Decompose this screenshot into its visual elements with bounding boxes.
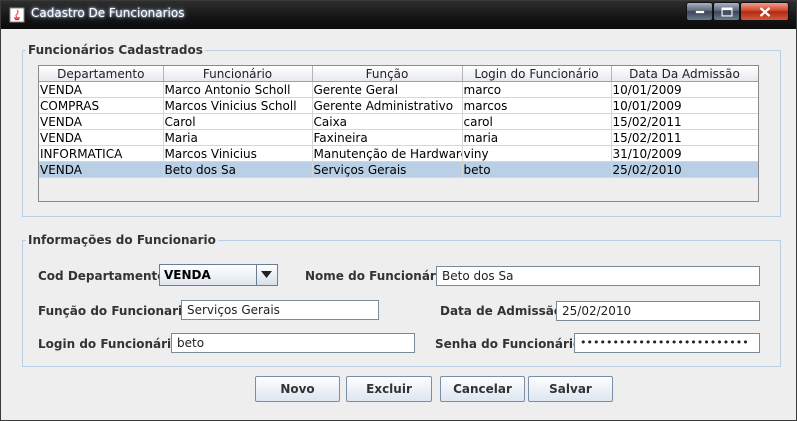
table-cell[interactable]: Faxineira — [312, 129, 463, 146]
table-header-row: Departamento Funcionário Função Login do… — [39, 66, 758, 82]
table-cell[interactable]: Gerente Administrativo — [312, 97, 463, 114]
maximize-icon — [721, 7, 732, 16]
table-cell[interactable]: COMPRAS — [39, 97, 164, 114]
nome-funcionario-label: Nome do Funcionário: — [305, 269, 453, 283]
table-row[interactable]: VENDA Maria Faxineira maria 15/02/2011 — [39, 129, 758, 146]
table-cell[interactable]: 31/10/2009 — [611, 145, 758, 162]
column-header-departamento[interactable]: Departamento — [39, 66, 164, 82]
table-cell[interactable]: Marcos Vinicius — [163, 145, 313, 162]
salvar-button[interactable]: Salvar — [528, 376, 613, 402]
table-cell[interactable]: maria — [462, 129, 612, 146]
table-cell[interactable]: 10/01/2009 — [611, 81, 758, 98]
window-title: Cadastro De Funcionarios — [31, 6, 185, 20]
close-icon — [759, 6, 770, 17]
data-admissao-field[interactable]: 25/02/2010 — [556, 301, 760, 321]
java-app-icon — [9, 7, 25, 23]
table-cell[interactable]: carol — [462, 113, 612, 130]
employees-table[interactable]: Departamento Funcionário Função Login do… — [39, 66, 758, 178]
minimize-button[interactable] — [686, 2, 713, 21]
senha-funcionario-label: Senha do Funcionário: — [435, 337, 587, 351]
table-cell[interactable]: Marco Antonio Scholl — [163, 81, 313, 98]
column-header-data-admissao[interactable]: Data Da Admissão — [611, 66, 758, 82]
data-admissao-label: Data de Admissão: — [440, 304, 567, 318]
funcao-funcionario-field[interactable]: Serviços Gerais — [181, 300, 379, 320]
table-cell[interactable]: Marcos Vinicius Scholl — [163, 97, 313, 114]
minimize-icon — [695, 10, 704, 13]
maximize-button[interactable] — [713, 2, 740, 21]
table-row-selected[interactable]: VENDA Beto dos Sa Serviços Gerais beto 2… — [39, 161, 758, 178]
excluir-button[interactable]: Excluir — [346, 376, 432, 402]
table-cell[interactable]: 15/02/2011 — [611, 113, 758, 130]
table-cell[interactable]: 15/02/2011 — [611, 129, 758, 146]
funcao-funcionario-label: Função do Funcionario: — [38, 304, 196, 318]
employee-info-legend: Informações do Funcionario — [28, 233, 216, 247]
column-header-funcao[interactable]: Função — [312, 66, 463, 82]
registered-employees-legend: Funcionários Cadastrados — [28, 43, 203, 57]
column-header-login[interactable]: Login do Funcionário — [462, 66, 612, 82]
table-cell[interactable]: beto — [462, 161, 612, 178]
senha-funcionario-field[interactable]: •••••••••••••••••••••••••• — [574, 333, 760, 353]
cod-departamento-combo[interactable]: VENDA — [159, 264, 278, 286]
table-cell[interactable]: VENDA — [39, 113, 164, 130]
column-header-funcionario[interactable]: Funcionário — [163, 66, 313, 82]
table-cell[interactable]: marco — [462, 81, 612, 98]
login-funcionario-label: Login do Funcionário: — [38, 337, 185, 351]
close-button[interactable] — [740, 2, 789, 21]
table-cell[interactable]: viny — [462, 145, 612, 162]
main-window: Cadastro De Funcionarios Funcionários Ca… — [0, 0, 797, 421]
table-cell[interactable]: Beto dos Sa — [163, 161, 313, 178]
employees-table-scrollpane[interactable]: Departamento Funcionário Função Login do… — [38, 65, 759, 202]
table-cell[interactable]: VENDA — [39, 81, 164, 98]
cod-departamento-label: Cod Departamento: — [38, 269, 171, 283]
table-cell[interactable]: marcos — [462, 97, 612, 114]
table-cell[interactable]: Gerente Geral — [312, 81, 463, 98]
table-row[interactable]: VENDA Carol Caixa carol 15/02/2011 — [39, 113, 758, 130]
chevron-down-icon — [261, 271, 272, 278]
table-cell[interactable]: INFORMATICA — [39, 145, 164, 162]
table-cell[interactable]: Caixa — [312, 113, 463, 130]
novo-button[interactable]: Novo — [255, 376, 340, 402]
table-cell[interactable]: Carol — [163, 113, 313, 130]
combo-dropdown-button[interactable] — [256, 265, 277, 285]
table-cell[interactable]: 10/01/2009 — [611, 97, 758, 114]
cod-departamento-value: VENDA — [164, 268, 211, 282]
login-funcionario-field[interactable]: beto — [171, 333, 415, 353]
table-cell[interactable]: 25/02/2010 — [611, 161, 758, 178]
cancelar-button[interactable]: Cancelar — [440, 376, 525, 402]
title-bar[interactable]: Cadastro De Funcionarios — [1, 1, 796, 29]
table-row[interactable]: COMPRAS Marcos Vinicius Scholl Gerente A… — [39, 97, 758, 114]
table-row[interactable]: VENDA Marco Antonio Scholl Gerente Geral… — [39, 81, 758, 98]
nome-funcionario-field[interactable]: Beto dos Sa — [436, 266, 760, 286]
table-cell[interactable]: Manutenção de Hardware — [312, 145, 463, 162]
table-cell[interactable]: Serviços Gerais — [312, 161, 463, 178]
table-cell[interactable]: Maria — [163, 129, 313, 146]
table-cell[interactable]: VENDA — [39, 129, 164, 146]
content-pane: Funcionários Cadastrados Departamento Fu… — [7, 30, 790, 416]
table-row[interactable]: INFORMATICA Marcos Vinicius Manutenção d… — [39, 145, 758, 162]
table-cell[interactable]: VENDA — [39, 161, 164, 178]
